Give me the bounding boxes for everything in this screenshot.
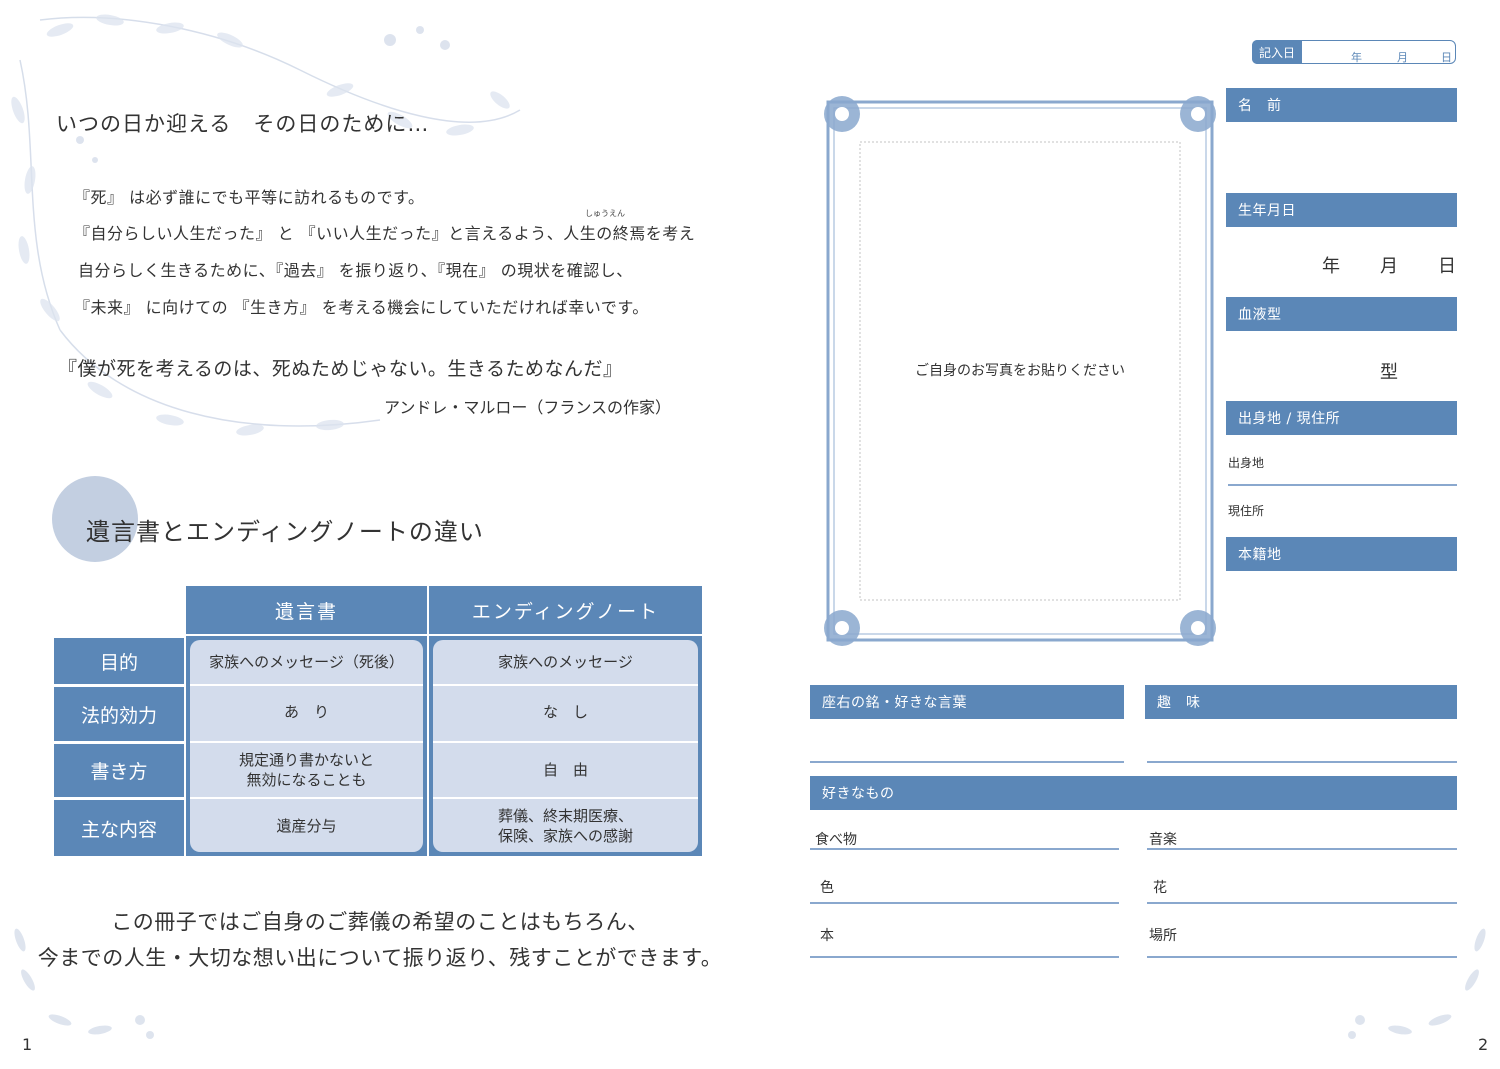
intro-title: いつの日か迎える その日のために…: [56, 112, 430, 136]
favorite-color-line[interactable]: [810, 902, 1119, 904]
favorite-book-line[interactable]: [810, 956, 1119, 958]
field-header-hobby: 趣 味: [1145, 685, 1457, 719]
column-header-will: 遺言書: [186, 586, 427, 634]
cell-note-how-to-write: 自 由: [542, 761, 588, 779]
origin-line[interactable]: [1228, 484, 1457, 486]
motto-line[interactable]: [810, 761, 1124, 763]
favorite-color-label: 色: [820, 880, 834, 896]
intro-line-3: 自分らしく生きるために、『過去』 を振り返り、『現在』 の現状を確認し、: [78, 261, 633, 280]
birthdate-month-unit: 月: [1380, 256, 1398, 277]
comparison-table: 遺言書 エンディングノート 目的 法的効力 書き方 主な内容 家族へのメッセージ…: [54, 586, 702, 856]
foliage-bottom-right-decoration: [1348, 928, 1486, 1039]
intro-line-2: 『自分らしい人生だった』 と 『いい人生だった』と言えるよう、人生の終焉を考え: [74, 224, 696, 243]
intro-line-4: 『未来』 に向けての 『生き方』 を考える機会にしていただければ幸いです。: [74, 298, 649, 317]
column-header-ending-note: エンディングノート: [429, 586, 702, 634]
cell-will-legal-effect: あ り: [283, 703, 329, 721]
favorite-place-line[interactable]: [1147, 956, 1457, 958]
field-header-birthdate: 生年月日: [1226, 193, 1457, 227]
hobby-line[interactable]: [1147, 761, 1457, 763]
entry-date-month-unit: 月: [1397, 51, 1408, 64]
field-header-blood-type: 血液型: [1226, 297, 1457, 331]
row-label-legal-effect: 法的効力: [54, 687, 184, 741]
field-header-motto: 座右の銘・好きな言葉: [810, 685, 1124, 719]
blood-type-unit: 型: [1380, 362, 1398, 383]
favorite-place-label: 場所: [1149, 928, 1177, 944]
page-number-left: 1: [22, 1035, 33, 1054]
cell-will-how-to-write: 規定通り書かないと 無効になることも: [238, 751, 374, 789]
entry-date-year-unit: 年: [1351, 51, 1362, 64]
cell-will-main-content: 遺産分与: [276, 817, 337, 835]
entry-date-day-unit: 日: [1441, 51, 1452, 64]
entry-date-label: 記入日: [1252, 40, 1302, 64]
row-label-main-content: 主な内容: [54, 800, 184, 856]
favorite-book-label: 本: [820, 928, 834, 944]
favorite-music-label: 音楽: [1149, 832, 1177, 848]
birthdate-day-unit: 日: [1438, 256, 1456, 277]
quote-author: アンドレ・マルロー（フランスの作家）: [384, 398, 672, 417]
page-number-right: 2: [1478, 1035, 1489, 1054]
field-header-favorites: 好きなもの: [810, 776, 1457, 810]
closing-line-2: 今までの人生・大切な想い出について振り返り、残すことができます。: [37, 946, 723, 970]
intro-line-1: 『死』 は必ず誰にでも平等に訪れるものです。: [74, 188, 425, 207]
origin-label: 出身地: [1228, 456, 1265, 470]
cell-note-legal-effect: な し: [542, 703, 588, 721]
ruby-annotation: しゅうえん: [585, 209, 625, 218]
section-title: 遺言書とエンディングノートの違い: [86, 518, 484, 546]
cell-will-purpose: 家族へのメッセージ（死後）: [209, 653, 404, 671]
quote: 『僕が死を考えるのは、死ぬためじゃない。生きるためなんだ』: [58, 358, 623, 380]
row-label-how-to-write: 書き方: [54, 744, 184, 797]
cell-note-purpose: 家族へのメッセージ: [498, 653, 633, 671]
photo-placeholder-text: ご自身のお写真をお貼りください: [915, 363, 1125, 379]
birthdate-year-unit: 年: [1322, 256, 1340, 277]
field-header-name: 名 前: [1226, 88, 1457, 122]
favorite-food-label: 食べ物: [815, 832, 857, 848]
field-header-origin-residence: 出身地 / 現住所: [1226, 401, 1457, 435]
residence-label: 現住所: [1228, 504, 1265, 518]
row-label-purpose: 目的: [54, 638, 184, 684]
favorite-flower-line[interactable]: [1147, 902, 1457, 904]
closing-line-1: この冊子ではご自身のご葬儀の希望のことはもちろん、: [111, 910, 649, 934]
favorite-music-line[interactable]: [1147, 848, 1457, 850]
favorite-flower-label: 花: [1153, 880, 1167, 896]
favorite-food-line[interactable]: [810, 848, 1119, 850]
cell-note-main-content: 葬儀、終末期医療、 保険、家族への感謝: [497, 807, 633, 845]
field-header-registered-domicile: 本籍地: [1226, 537, 1457, 571]
